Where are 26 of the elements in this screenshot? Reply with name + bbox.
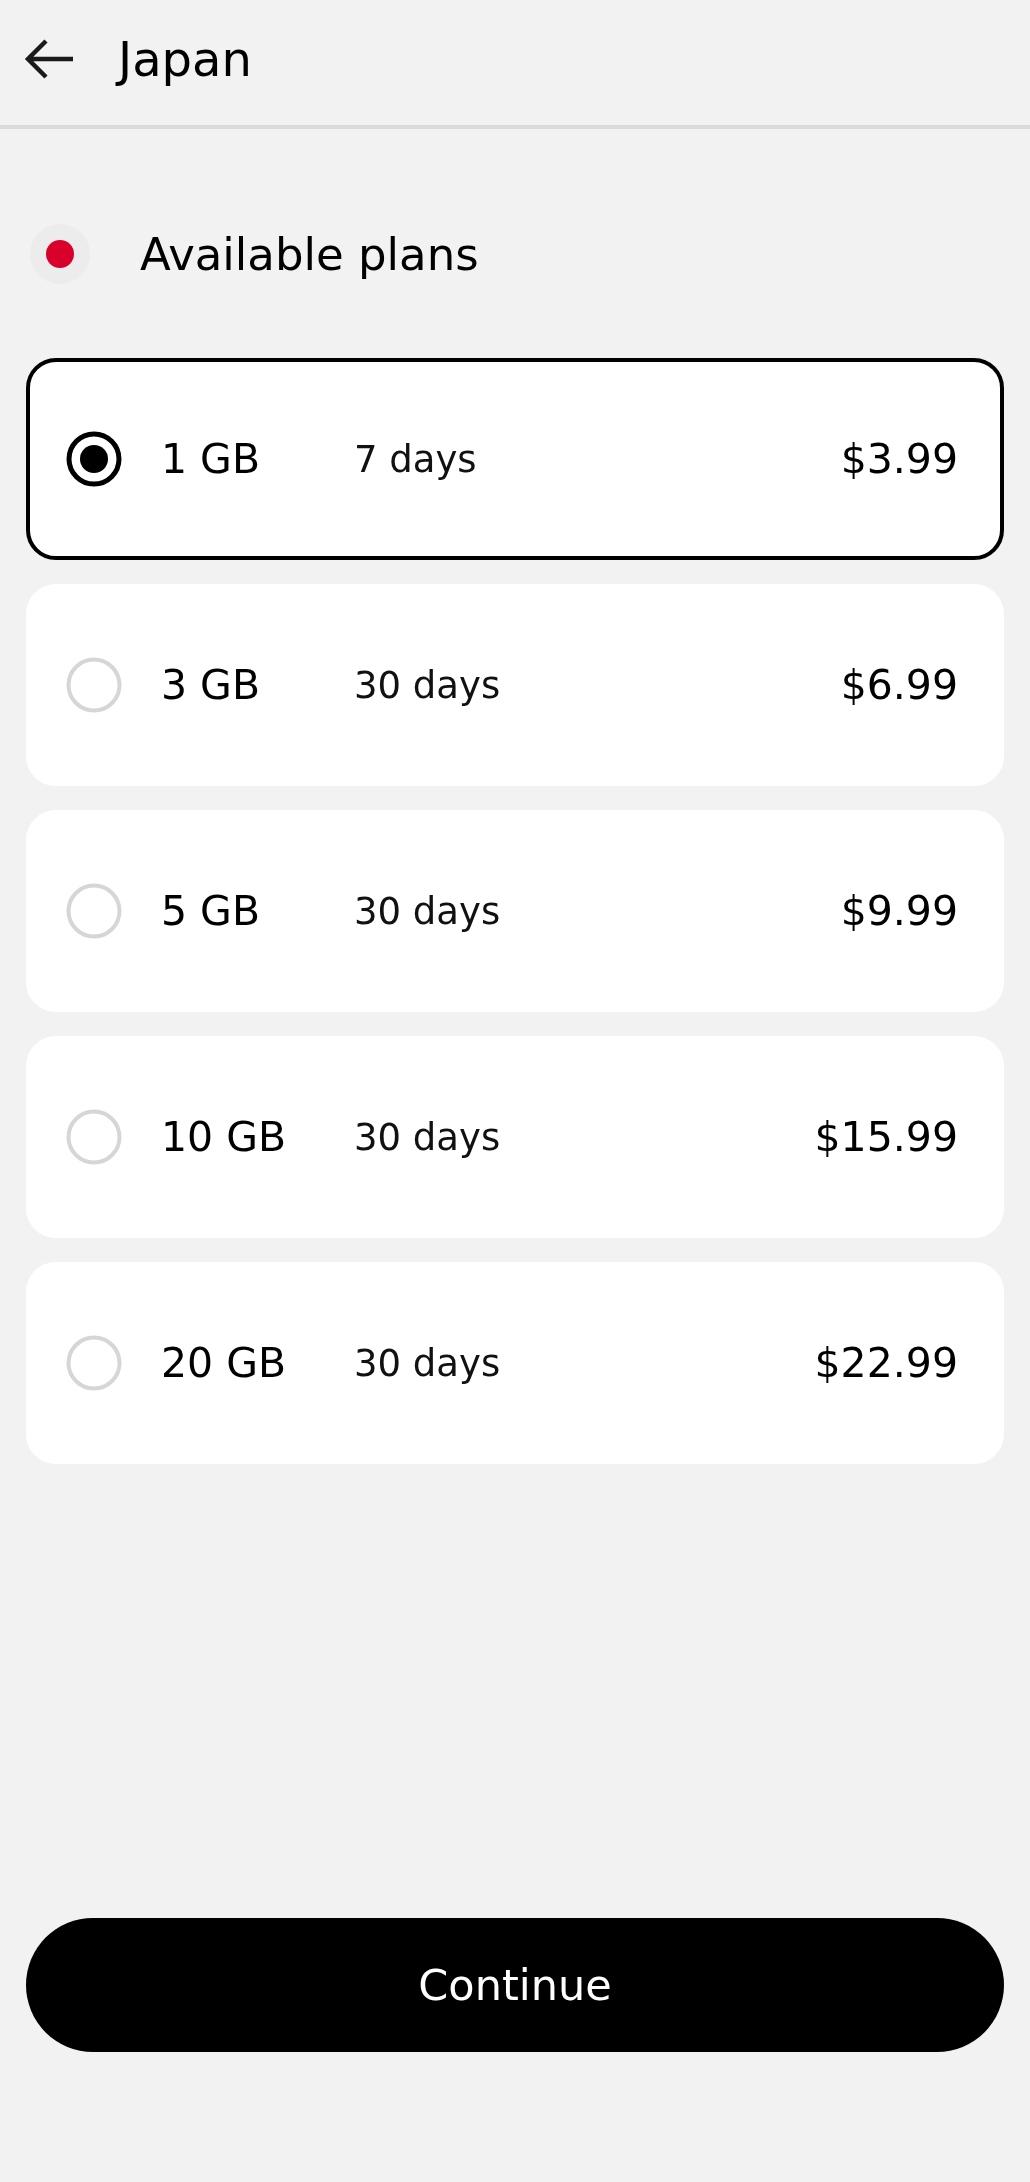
plan-duration: 30 days [354, 892, 501, 930]
plan-data: 5 GB [161, 890, 261, 932]
plan-duration: 30 days [354, 1344, 501, 1382]
radio-button[interactable] [66, 431, 122, 487]
plan-duration: 7 days [354, 440, 477, 478]
back-button[interactable] [24, 37, 74, 80]
plan-data: 10 GB [161, 1116, 287, 1158]
plan-card[interactable]: 3 GB 30 days $6.99 [26, 584, 1004, 786]
plan-data: 20 GB [161, 1342, 287, 1384]
plan-price: $9.99 [840, 890, 958, 932]
plan-card[interactable]: 5 GB 30 days $9.99 [26, 810, 1004, 1012]
plan-card[interactable]: 1 GB 7 days $3.99 [26, 358, 1004, 560]
flag-icon [30, 224, 90, 284]
plan-card[interactable]: 20 GB 30 days $22.99 [26, 1262, 1004, 1464]
plan-price: $3.99 [840, 438, 958, 480]
section-heading: Available plans [140, 231, 479, 277]
plan-duration: 30 days [354, 666, 501, 704]
plan-price: $15.99 [814, 1116, 958, 1158]
plan-price: $22.99 [814, 1342, 958, 1384]
continue-button[interactable]: Continue [26, 1918, 1004, 2052]
plan-data: 1 GB [161, 438, 261, 480]
plan-price: $6.99 [840, 664, 958, 706]
plan-duration: 30 days [354, 1118, 501, 1156]
arrow-left-icon [24, 37, 74, 80]
plan-card[interactable]: 10 GB 30 days $15.99 [26, 1036, 1004, 1238]
plan-data: 3 GB [161, 664, 261, 706]
